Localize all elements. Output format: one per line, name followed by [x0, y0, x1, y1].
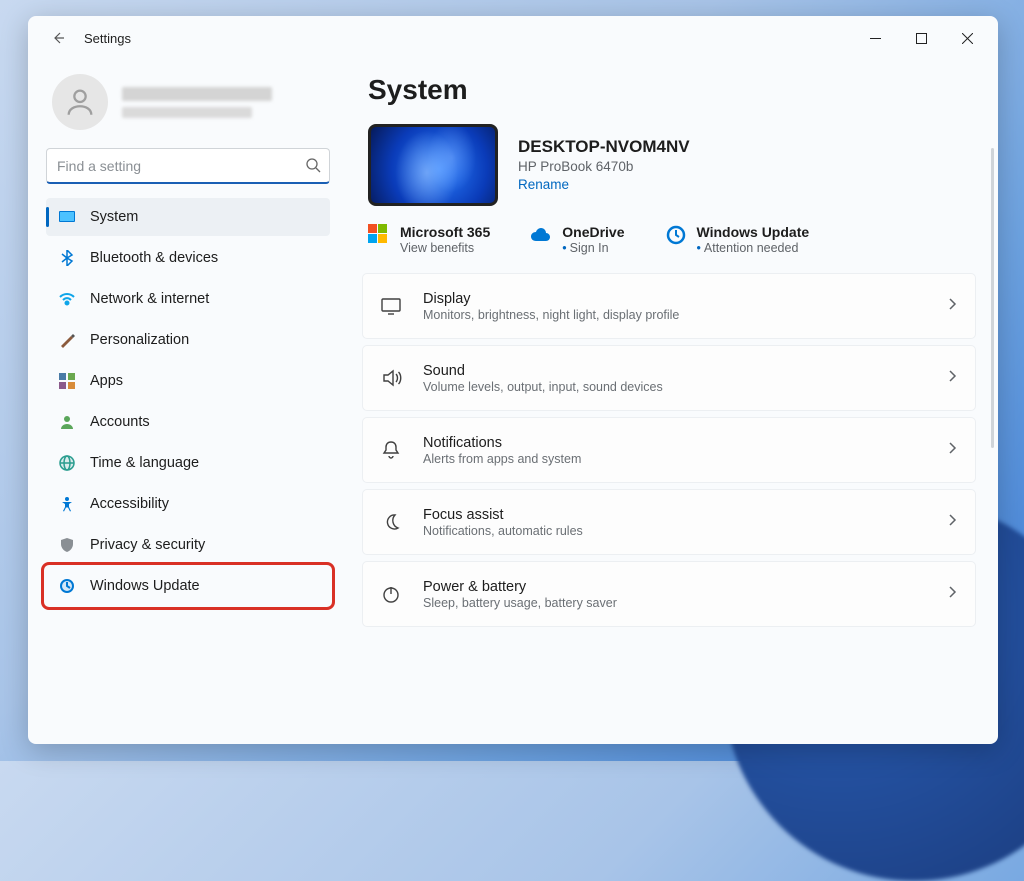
bell-icon — [379, 438, 403, 462]
shield-icon — [58, 536, 76, 554]
chevron-right-icon — [945, 297, 959, 316]
back-button[interactable] — [44, 24, 72, 52]
chevron-right-icon — [945, 441, 959, 460]
sidebar-item-label: System — [90, 209, 138, 225]
sidebar-item-windows-update[interactable]: Windows Update — [46, 567, 330, 605]
sound-icon — [379, 366, 403, 390]
microsoft-logo-icon — [368, 224, 390, 246]
search-input[interactable] — [46, 148, 330, 184]
maximize-icon — [916, 33, 927, 44]
status-onedrive[interactable]: OneDrive•Sign In — [530, 224, 624, 255]
card-title: Focus assist — [423, 507, 945, 523]
status-subtitle: •Sign In — [562, 241, 624, 255]
status-title: Microsoft 365 — [400, 224, 490, 240]
status-title: Windows Update — [697, 224, 810, 240]
arrow-left-icon — [50, 30, 66, 46]
close-button[interactable] — [944, 22, 990, 54]
window-title: Settings — [84, 31, 131, 46]
sidebar-item-label: Time & language — [90, 455, 199, 471]
avatar — [52, 74, 108, 130]
minimize-icon — [870, 33, 881, 44]
card-title: Display — [423, 291, 945, 307]
sidebar-item-accounts[interactable]: Accounts — [46, 403, 330, 441]
sidebar-item-accessibility[interactable]: Accessibility — [46, 485, 330, 523]
device-summary: DESKTOP-NVOM4NV HP ProBook 6470b Rename — [362, 122, 980, 222]
status-row: Microsoft 365View benefits OneDrive•Sign… — [362, 222, 980, 273]
chevron-right-icon — [945, 585, 959, 604]
main-content: System DESKTOP-NVOM4NV HP ProBook 6470b … — [348, 60, 998, 744]
nav-list: System Bluetooth & devices Network & int… — [46, 198, 330, 605]
sidebar-item-label: Privacy & security — [90, 537, 205, 553]
sidebar-item-system[interactable]: System — [46, 198, 330, 236]
globe-icon — [58, 454, 76, 472]
chevron-right-icon — [945, 369, 959, 388]
card-power-battery[interactable]: Power & batterySleep, battery usage, bat… — [362, 561, 976, 627]
account-icon — [58, 413, 76, 431]
card-subtitle: Alerts from apps and system — [423, 452, 945, 466]
sidebar-item-label: Personalization — [90, 332, 189, 348]
sidebar-item-label: Accessibility — [90, 496, 169, 512]
device-model: HP ProBook 6470b — [518, 159, 690, 174]
device-thumbnail — [368, 124, 498, 206]
update-status-icon — [665, 224, 687, 246]
status-subtitle: •Attention needed — [697, 241, 810, 255]
system-icon — [58, 208, 76, 226]
person-icon — [63, 85, 97, 119]
sidebar-item-time-language[interactable]: Time & language — [46, 444, 330, 482]
card-title: Sound — [423, 363, 945, 379]
sidebar-item-label: Bluetooth & devices — [90, 250, 218, 266]
cloud-icon — [530, 224, 552, 246]
update-icon — [58, 577, 76, 595]
settings-cards: DisplayMonitors, brightness, night light… — [362, 273, 980, 637]
power-icon — [379, 582, 403, 606]
minimize-button[interactable] — [852, 22, 898, 54]
card-sound[interactable]: SoundVolume levels, output, input, sound… — [362, 345, 976, 411]
card-subtitle: Sleep, battery usage, battery saver — [423, 596, 945, 610]
sidebar-item-apps[interactable]: Apps — [46, 362, 330, 400]
rename-link[interactable]: Rename — [518, 177, 569, 192]
sidebar-item-label: Network & internet — [90, 291, 209, 307]
apps-icon — [58, 372, 76, 390]
status-microsoft-365[interactable]: Microsoft 365View benefits — [368, 224, 490, 255]
titlebar: Settings — [28, 16, 998, 60]
close-icon — [962, 33, 973, 44]
sidebar-item-privacy[interactable]: Privacy & security — [46, 526, 330, 564]
sidebar-item-personalization[interactable]: Personalization — [46, 321, 330, 359]
sidebar-item-label: Accounts — [90, 414, 150, 430]
card-title: Power & battery — [423, 579, 945, 595]
wifi-icon — [58, 290, 76, 308]
status-title: OneDrive — [562, 224, 624, 240]
status-windows-update[interactable]: Windows Update•Attention needed — [665, 224, 810, 255]
card-display[interactable]: DisplayMonitors, brightness, night light… — [362, 273, 976, 339]
card-title: Notifications — [423, 435, 945, 451]
search-icon — [305, 157, 321, 178]
chevron-right-icon — [945, 513, 959, 532]
settings-window: Settings Syste — [28, 16, 998, 744]
sidebar-item-label: Windows Update — [90, 578, 200, 594]
brush-icon — [58, 331, 76, 349]
status-subtitle: View benefits — [400, 241, 490, 255]
maximize-button[interactable] — [898, 22, 944, 54]
display-icon — [379, 294, 403, 318]
card-subtitle: Notifications, automatic rules — [423, 524, 945, 538]
card-subtitle: Monitors, brightness, night light, displ… — [423, 308, 945, 322]
sidebar-item-bluetooth[interactable]: Bluetooth & devices — [46, 239, 330, 277]
card-focus-assist[interactable]: Focus assistNotifications, automatic rul… — [362, 489, 976, 555]
card-subtitle: Volume levels, output, input, sound devi… — [423, 380, 945, 394]
profile-text — [122, 87, 272, 118]
search-box — [46, 148, 330, 184]
profile-block[interactable] — [46, 70, 330, 144]
device-name: DESKTOP-NVOM4NV — [518, 137, 690, 157]
sidebar: System Bluetooth & devices Network & int… — [28, 60, 348, 744]
scrollbar[interactable] — [991, 148, 994, 448]
card-notifications[interactable]: NotificationsAlerts from apps and system — [362, 417, 976, 483]
sidebar-item-network[interactable]: Network & internet — [46, 280, 330, 318]
bluetooth-icon — [58, 249, 76, 267]
sidebar-item-label: Apps — [90, 373, 123, 389]
page-title: System — [362, 68, 980, 122]
moon-icon — [379, 510, 403, 534]
accessibility-icon — [58, 495, 76, 513]
